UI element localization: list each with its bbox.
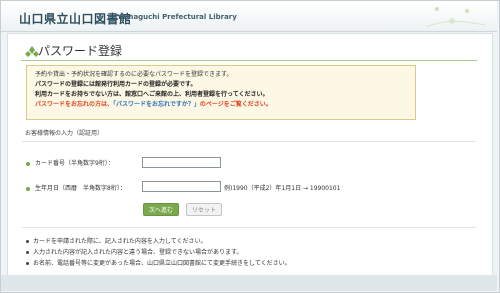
next-button[interactable]: 次へ進む bbox=[143, 203, 179, 216]
birthdate-hint: 例)1990（平成2）年1月1日 → 19900101 bbox=[224, 185, 341, 192]
notice-line-3: 利用カードをお持ちでない方は、館窓口へご来館の上、利用者登録を行ってください。 bbox=[35, 91, 269, 98]
card-number-input[interactable] bbox=[142, 157, 221, 168]
birthdate-input[interactable] bbox=[142, 181, 221, 192]
notice-line-4-pre: パスワードをお忘れの方は、 bbox=[35, 101, 114, 108]
bullet-icon bbox=[26, 240, 29, 243]
note-text: お名前、電話番号等に変更があった場合、山口県立山口図書館にて変更手続きをしてくだ… bbox=[33, 260, 291, 267]
birthdate-label: 生年月日（西暦 半角数字8桁）： bbox=[26, 183, 126, 192]
bullet-icon bbox=[26, 186, 30, 191]
site-header: 山口県立山口図書館 Yamaguchi Prefectural Library bbox=[1, 1, 497, 32]
notice-line-4-post: のページをご覧ください。 bbox=[199, 101, 272, 108]
note-text: 入力された内容が記入された内容と違う場合、登録できない場合があります。 bbox=[33, 249, 243, 256]
section-label: お客様情報の入力（認証用） bbox=[25, 130, 104, 137]
page-title: パスワード登録 bbox=[38, 44, 123, 58]
section-diamond-icon bbox=[25, 46, 39, 57]
reset-button[interactable]: リセット bbox=[186, 203, 222, 216]
bullet-icon bbox=[26, 251, 29, 254]
header-decoration-icon bbox=[426, 7, 486, 28]
bullet-icon bbox=[26, 161, 30, 166]
note-item: お名前、電話番号等に変更があった場合、山口県立山口図書館にて変更手続きをしてくだ… bbox=[26, 258, 291, 267]
notice-line-1: 予約や貸出・予約状況を確認するのに必要なパスワードを登録できます。 bbox=[35, 71, 233, 78]
bullet-icon bbox=[26, 262, 29, 265]
notes-divider bbox=[22, 227, 476, 228]
card-number-label-text: カード番号（半角数字9桁）： bbox=[35, 160, 114, 167]
note-text: カードを申請された際に、記入された内容を入力してください。 bbox=[33, 238, 207, 245]
notice-box: 予約や貸出・予約状況を確認するのに必要なパスワードを登録できます。 パスワードの… bbox=[26, 65, 416, 120]
note-item: 入力された内容が記入された内容と違う場合、登録できない場合があります。 bbox=[26, 247, 242, 256]
section-divider bbox=[22, 141, 476, 142]
library-logo-jp[interactable]: 山口県立山口図書館 bbox=[19, 10, 132, 27]
note-item: カードを申請された際に、記入された内容を入力してください。 bbox=[26, 236, 206, 245]
title-divider bbox=[21, 60, 477, 61]
card-number-label: カード番号（半角数字9桁）： bbox=[26, 158, 114, 167]
birthdate-label-text: 生年月日（西暦 半角数字8桁）： bbox=[35, 185, 126, 192]
notice-line-4: パスワードをお忘れの方は、「パスワードをお忘れですか？」のページをご覧ください。 bbox=[35, 100, 272, 110]
library-logo-en: Yamaguchi Prefectural Library bbox=[117, 13, 237, 21]
page-footer bbox=[1, 275, 497, 291]
forgot-password-link[interactable]: 「パスワードをお忘れですか？」 bbox=[113, 101, 200, 108]
notice-line-2: パスワードの登録には館発行利用カードの登録が必要です。 bbox=[35, 81, 197, 88]
